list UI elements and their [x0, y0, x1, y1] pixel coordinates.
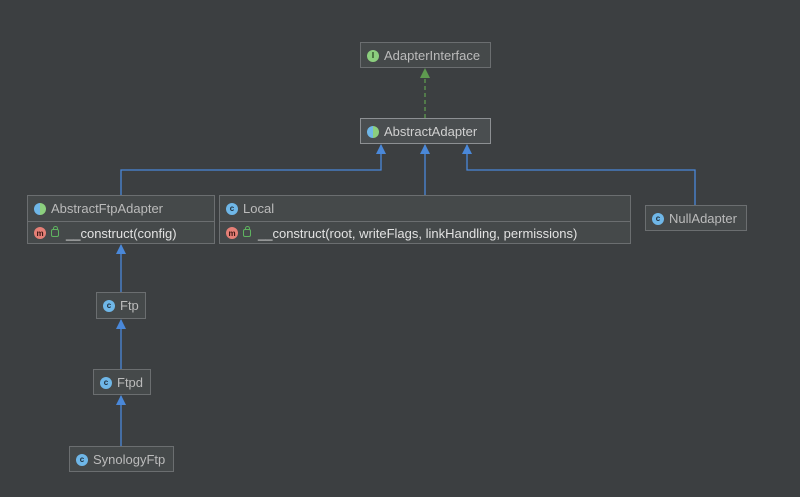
node-header: c Ftpd: [94, 370, 150, 395]
node-ftp[interactable]: c Ftp: [96, 292, 146, 319]
node-header: AbstractFtpAdapter: [28, 196, 214, 222]
abstract-class-icon: [367, 125, 379, 138]
node-label: AbstractAdapter: [384, 124, 478, 139]
node-abstract-ftp-adapter[interactable]: AbstractFtpAdapter m __construct(config): [27, 195, 215, 244]
relations-layer: [116, 68, 696, 446]
node-null-adapter[interactable]: c NullAdapter: [645, 205, 747, 231]
class-icon: c: [100, 376, 112, 389]
abstract-class-icon: [34, 202, 46, 215]
node-label: Local: [243, 201, 275, 216]
member-row[interactable]: m __construct(config): [28, 222, 214, 244]
class-icon: c: [76, 453, 88, 466]
node-header: c SynologyFtp: [70, 447, 173, 472]
node-label: Ftp: [120, 298, 139, 313]
node-label: Ftpd: [117, 375, 144, 390]
node-abstract-adapter[interactable]: AbstractAdapter: [360, 118, 491, 144]
node-adapter-interface[interactable]: I AdapterInterface: [360, 42, 491, 68]
diagram-canvas: I AdapterInterface AbstractAdapter Abstr…: [0, 0, 800, 497]
node-label: AdapterInterface: [384, 48, 481, 63]
lock-icon: [51, 226, 59, 237]
node-ftpd[interactable]: c Ftpd: [93, 369, 151, 395]
method-icon: m: [34, 227, 46, 239]
edge-abstractftpadapter-extends-abstractadapter: [120, 144, 386, 195]
node-header: I AdapterInterface: [361, 43, 490, 68]
node-header: c NullAdapter: [646, 206, 746, 231]
member-row[interactable]: m __construct(root, writeFlags, linkHand…: [220, 222, 630, 244]
node-header: AbstractAdapter: [361, 119, 490, 144]
class-icon: c: [652, 212, 664, 225]
node-label: NullAdapter: [669, 211, 737, 226]
class-icon: c: [103, 299, 115, 312]
node-label: SynologyFtp: [93, 452, 166, 467]
node-header: c Ftp: [97, 293, 145, 318]
method-icon: m: [226, 227, 238, 239]
member-name: __construct(root, writeFlags, linkHandli…: [258, 225, 578, 241]
interface-icon: I: [367, 49, 379, 62]
node-label: AbstractFtpAdapter: [51, 201, 163, 216]
node-synology-ftp[interactable]: c SynologyFtp: [69, 446, 174, 472]
lock-icon: [243, 226, 251, 237]
node-local[interactable]: c Local m __construct(root, writeFlags, …: [219, 195, 631, 244]
class-icon: c: [226, 202, 238, 215]
member-name: __construct(config): [66, 225, 177, 241]
node-header: c Local: [220, 196, 630, 222]
